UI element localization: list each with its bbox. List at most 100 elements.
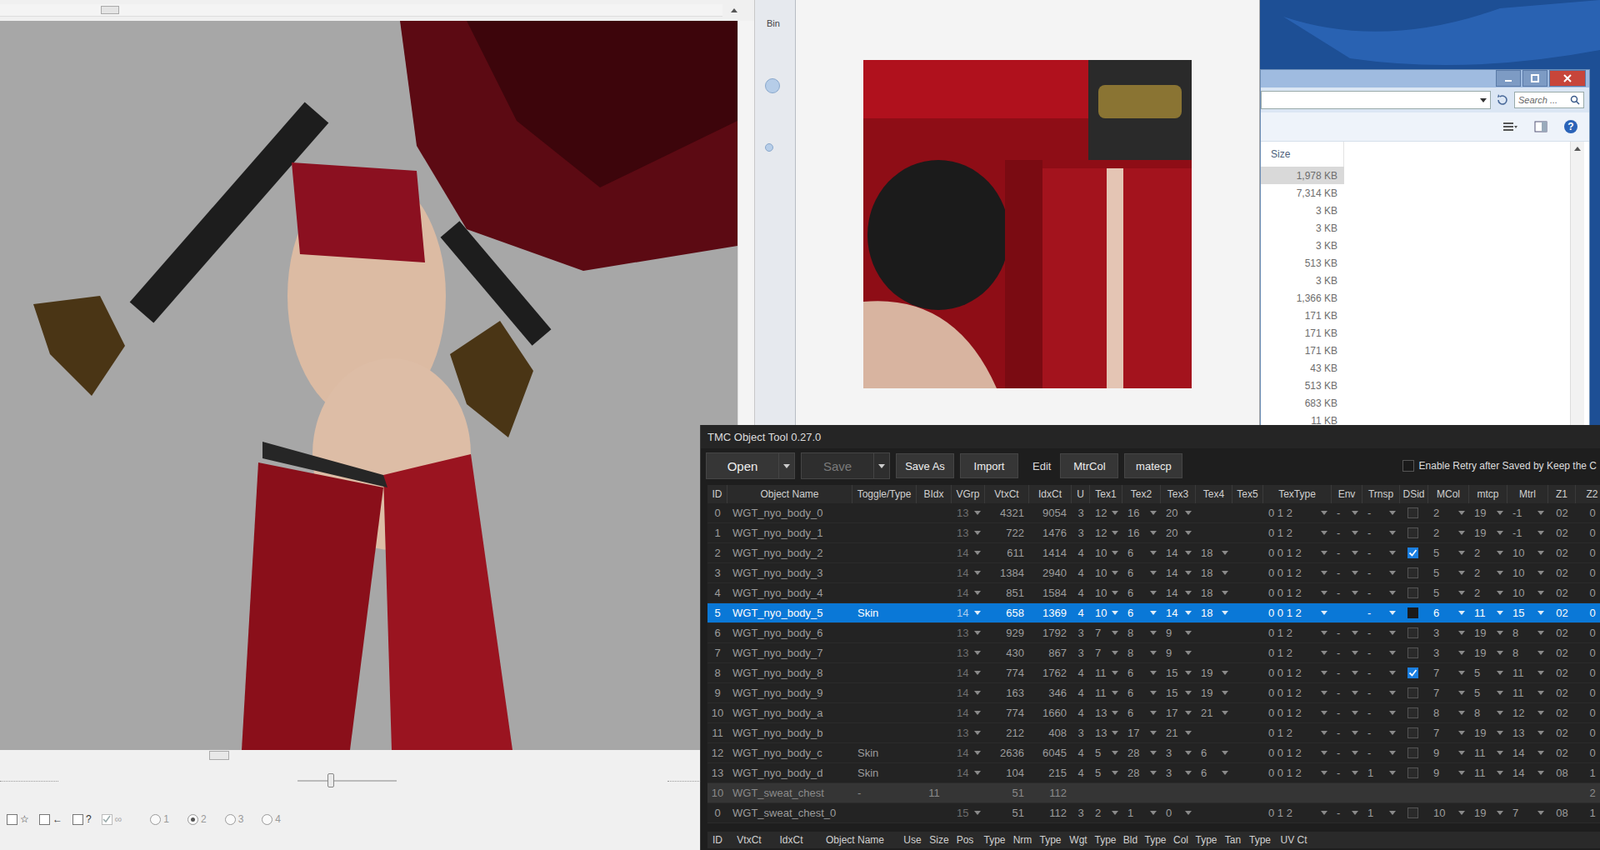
table-cell[interactable]: 1792: [1029, 623, 1072, 643]
table-cell[interactable]: -: [1362, 723, 1400, 743]
dropdown-icon[interactable]: [1389, 730, 1396, 735]
dropdown-icon[interactable]: [1185, 630, 1192, 635]
dropdown-icon[interactable]: [1389, 590, 1396, 595]
view-radio[interactable]: 1: [150, 813, 170, 825]
column-header[interactable]: VGrp: [951, 485, 985, 504]
file-row[interactable]: 171 KB: [1260, 306, 1345, 325]
table-row[interactable]: 2WGT_nyo_body_2146111414410614180 0 1 2-…: [707, 543, 1600, 564]
table-cell[interactable]: 851: [985, 583, 1030, 603]
table-cell[interactable]: 14: [951, 743, 985, 763]
table-cell[interactable]: 02: [1548, 523, 1576, 543]
dropdown-icon[interactable]: [1111, 550, 1119, 555]
table-cell[interactable]: 14: [1160, 543, 1196, 563]
dropdown-icon[interactable]: [1458, 670, 1465, 675]
table-cell[interactable]: 14: [951, 683, 985, 703]
table-cell[interactable]: 0 1 2: [1263, 623, 1332, 643]
table-cell[interactable]: 1: [1122, 803, 1161, 823]
file-row[interactable]: 513 KB: [1260, 254, 1345, 272]
dropdown-icon[interactable]: [1320, 770, 1328, 775]
dropdown-icon[interactable]: [1496, 730, 1504, 735]
column-header[interactable]: TexType: [1263, 485, 1332, 504]
table-row[interactable]: 0WGT_sweat_chest_0155111232100 1 2-11019…: [707, 803, 1600, 824]
table-cell[interactable]: 02: [1548, 703, 1576, 723]
table-cell[interactable]: 2636: [985, 743, 1030, 763]
table-cell[interactable]: [1400, 663, 1429, 683]
column-header[interactable]: UV Ct: [1275, 831, 1312, 849]
dropdown-icon[interactable]: [1389, 770, 1396, 775]
table-cell[interactable]: 11: [1469, 603, 1508, 623]
scroll-up-icon[interactable]: [730, 8, 738, 13]
dropdown-icon[interactable]: [974, 770, 981, 775]
table-cell[interactable]: 6: [1122, 583, 1161, 603]
table-cell[interactable]: 5: [1090, 763, 1123, 783]
toggle-checkbox[interactable]: ∞: [101, 813, 123, 825]
checkbox[interactable]: [39, 814, 50, 825]
table-cell[interactable]: 0: [1575, 503, 1600, 523]
column-header[interactable]: Wgt: [1066, 831, 1090, 849]
dropdown-icon[interactable]: [1221, 750, 1229, 755]
dsid-checkbox[interactable]: [1407, 727, 1419, 739]
table-cell[interactable]: 10: [1507, 543, 1549, 563]
dropdown-icon[interactable]: [1496, 650, 1504, 655]
table-cell[interactable]: 4: [1071, 583, 1090, 603]
table-cell[interactable]: [916, 743, 952, 763]
dropdown-icon[interactable]: [1320, 730, 1328, 735]
table-cell[interactable]: WGT_sweat_chest: [727, 783, 853, 803]
dsid-checkbox[interactable]: [1407, 767, 1419, 779]
table-cell[interactable]: 0 1 2: [1263, 523, 1332, 543]
table-cell[interactable]: [852, 663, 917, 683]
dropdown-icon[interactable]: [1111, 670, 1119, 675]
table-cell[interactable]: 2: [1469, 583, 1508, 603]
table-cell[interactable]: 14: [951, 563, 985, 583]
table-cell[interactable]: [1400, 603, 1429, 623]
table-cell[interactable]: 10: [1090, 563, 1123, 583]
dropdown-button[interactable]: [873, 453, 890, 479]
table-cell[interactable]: 215: [1029, 763, 1072, 783]
radio-button[interactable]: [150, 814, 161, 825]
table-cell[interactable]: 0 0 1 2: [1263, 683, 1332, 703]
table-cell[interactable]: 4: [1071, 663, 1090, 683]
table-cell[interactable]: 4: [1071, 703, 1090, 723]
column-header[interactable]: ID: [707, 485, 728, 504]
dropdown-icon[interactable]: [1185, 730, 1192, 735]
dropdown-icon[interactable]: [1185, 570, 1192, 575]
dropdown-icon[interactable]: [1537, 590, 1545, 595]
table-cell[interactable]: WGT_nyo_body_a: [727, 703, 853, 723]
dropdown-icon[interactable]: [1150, 590, 1157, 595]
column-header[interactable]: Toggle/Type: [852, 485, 917, 504]
scroll-track[interactable]: [0, 4, 723, 17]
table-cell[interactable]: 14: [1507, 743, 1549, 763]
table-cell[interactable]: 5: [1428, 563, 1470, 583]
table-cell[interactable]: 3: [1071, 803, 1090, 823]
column-header[interactable]: Mtrl: [1507, 485, 1549, 504]
dropdown-icon[interactable]: [1458, 530, 1465, 535]
table-cell[interactable]: 0 0 1 2: [1263, 603, 1332, 623]
column-header[interactable]: mtcp: [1469, 485, 1508, 504]
table-cell[interactable]: 929: [985, 623, 1030, 643]
table-cell[interactable]: [916, 603, 952, 623]
dropdown-icon[interactable]: [1185, 670, 1192, 675]
slider-thumb[interactable]: [327, 773, 335, 788]
table-cell[interactable]: 5: [1428, 583, 1470, 603]
table-cell[interactable]: -: [1331, 703, 1363, 723]
table-cell[interactable]: 19: [1195, 663, 1233, 683]
table-cell[interactable]: -: [1331, 763, 1363, 783]
table-cell[interactable]: [1428, 783, 1470, 803]
table-cell[interactable]: 2: [1428, 523, 1470, 543]
table-cell[interactable]: [1232, 803, 1264, 823]
table-row[interactable]: 9WGT_nyo_body_914163346411615190 0 1 2--…: [707, 683, 1600, 704]
retry-checkbox[interactable]: Enable Retry after Saved by Keep the C: [1402, 460, 1600, 472]
dropdown-icon[interactable]: [1351, 590, 1359, 595]
dropdown-icon[interactable]: [1351, 690, 1359, 695]
table-cell[interactable]: [1232, 523, 1264, 543]
dropdown-icon[interactable]: [1150, 670, 1157, 675]
table-cell[interactable]: [1195, 523, 1233, 543]
table-cell[interactable]: [1195, 803, 1233, 823]
table-cell[interactable]: 11: [707, 723, 728, 743]
splitter[interactable]: [0, 750, 755, 760]
table-cell[interactable]: [1400, 723, 1429, 743]
dropdown-icon[interactable]: [1351, 650, 1359, 655]
table-cell[interactable]: [1331, 783, 1363, 803]
table-cell[interactable]: 611: [985, 543, 1030, 563]
refresh-icon[interactable]: [1495, 93, 1510, 107]
